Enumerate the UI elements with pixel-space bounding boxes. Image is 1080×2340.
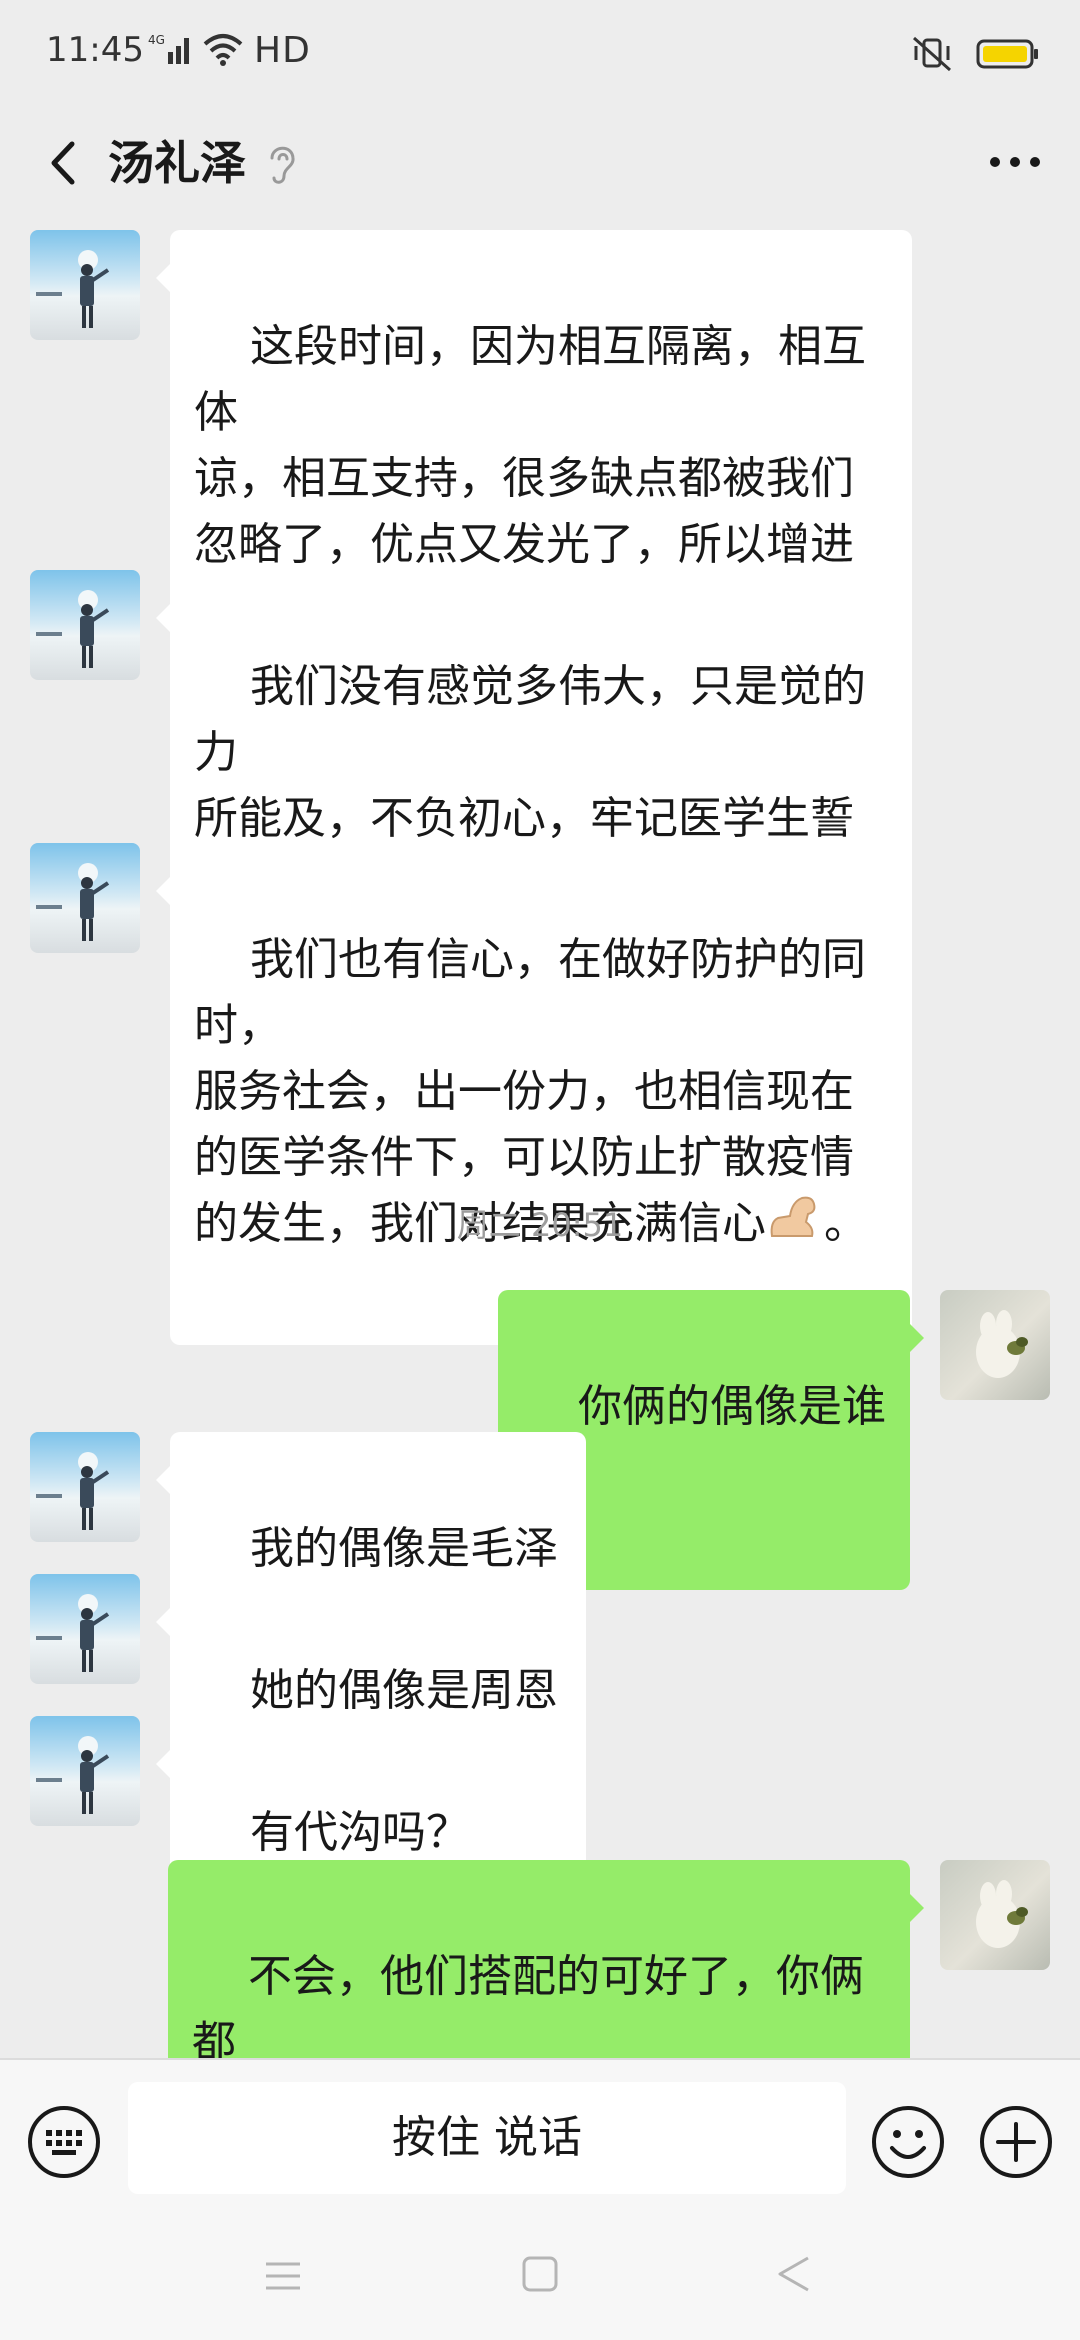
contact-name[interactable]: 汤礼泽 xyxy=(108,128,246,198)
message-text: 有代沟吗？ xyxy=(249,1807,470,1858)
ear-icon xyxy=(262,140,302,188)
hd-label: HD xyxy=(254,30,311,71)
friend-avatar[interactable] xyxy=(30,1716,140,1826)
hold-to-talk-button[interactable]: 按住 说话 xyxy=(128,2082,846,2194)
back-triangle-icon[interactable] xyxy=(774,2252,814,2296)
friend-avatar[interactable] xyxy=(30,230,140,340)
self-avatar[interactable] xyxy=(940,1290,1050,1400)
plus-icon[interactable] xyxy=(978,2104,1054,2180)
friend-avatar[interactable] xyxy=(30,1432,140,1542)
signal-icon: 4G xyxy=(148,32,192,70)
home-square-icon[interactable] xyxy=(520,2254,560,2294)
network-type: 4G xyxy=(148,33,165,47)
status-right-icons xyxy=(910,34,1040,78)
friend-avatar[interactable] xyxy=(30,843,140,953)
chat-header: 汤礼泽 xyxy=(0,108,1080,220)
mute-vibrate-icon xyxy=(910,34,954,78)
message-bubble[interactable]: 我们也有信心，在做好防护的同时， 服务社会，出一份力，也相信现在 的医学条件下，… xyxy=(156,843,912,1345)
timestamp: 周二 20:51 xyxy=(456,1206,624,1244)
status-time: 11:45 xyxy=(46,30,144,70)
menu-icon[interactable] xyxy=(262,2258,304,2294)
chat-screen: 11:45 4G HD 汤礼泽 这段时间，因为相互隔离，相互体 谅，相互支持，很… xyxy=(0,0,1080,2340)
input-bar: 按住 说话 xyxy=(0,2058,1080,2210)
friend-avatar[interactable] xyxy=(30,570,140,680)
smiley-icon[interactable] xyxy=(870,2104,946,2180)
status-left-icons: 4G HD xyxy=(148,30,311,71)
keyboard-icon[interactable] xyxy=(26,2104,102,2180)
self-avatar[interactable] xyxy=(940,1860,1050,1970)
battery-icon xyxy=(976,37,1040,75)
chevron-left-icon[interactable] xyxy=(28,128,98,198)
system-nav-bar xyxy=(0,2210,1080,2340)
status-bar: 11:45 4G HD xyxy=(0,0,1080,108)
friend-avatar[interactable] xyxy=(30,1574,140,1684)
more-dots-icon[interactable] xyxy=(980,132,1050,192)
wifi-icon xyxy=(202,32,244,70)
